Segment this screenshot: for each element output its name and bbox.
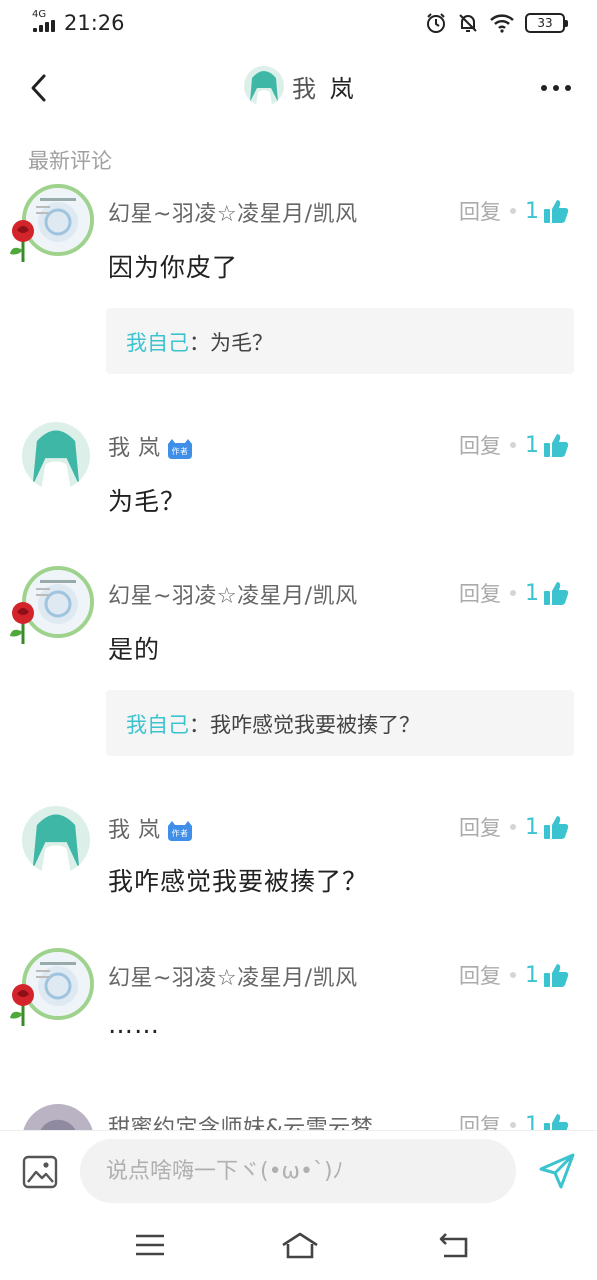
thumbs-up-icon[interactable] [543,432,569,458]
quoted-reply[interactable]: 我自己：我咋感觉我要被揍了？ [106,690,574,756]
battery-icon: 33 [525,13,568,33]
like-count: 1 [525,962,539,988]
svg-text:作者: 作者 [171,828,188,838]
section-title: 最新评论 [28,149,112,173]
rose-icon [10,984,34,1026]
reply-button[interactable]: 回复 [459,812,501,842]
back-icon[interactable] [24,68,56,108]
thumbs-up-icon[interactable] [543,580,569,606]
comment-text: 我咋感觉我要被揍了？ [108,867,369,896]
quoted-reply[interactable]: 我自己：为毛？ [106,308,574,374]
network-type: 4G [32,9,47,20]
comment-input[interactable] [80,1139,516,1203]
quoted-text: 为毛？ [210,331,273,355]
author-badge: 作者 [167,439,192,459]
thumbs-up-icon[interactable] [543,962,569,988]
separator-dot [510,824,516,830]
quoted-author: 我自己 [126,713,189,737]
comment-text: 是的 [108,635,161,664]
quoted-text: 我咋感觉我要被揍了？ [210,713,420,737]
rose-icon [10,220,34,262]
home-icon[interactable] [280,1230,320,1260]
reply-button[interactable]: 回复 [459,196,501,226]
menu-icon[interactable] [133,1230,167,1260]
page-title: 我 岚 [292,74,357,103]
quoted-author: 我自己 [126,331,189,355]
signal-icon [33,20,55,32]
svg-text:作者: 作者 [171,446,188,456]
like-count: 1 [525,432,539,458]
separator-dot [510,590,516,596]
more-icon[interactable] [539,76,573,100]
comment-text: 因为你皮了 [108,253,239,282]
header-user[interactable]: 我 岚 [244,66,357,106]
comment-text: 为毛？ [108,487,187,516]
reply-button[interactable]: 回复 [459,578,501,608]
thumbs-up-icon[interactable] [543,814,569,840]
avatar[interactable] [22,422,90,490]
comment-author[interactable]: 幻星~羽凌☆凌星月/凯风 [108,960,358,992]
send-icon[interactable] [537,1151,577,1191]
wifi-icon [490,14,514,33]
separator-dot [510,208,516,214]
alarm-icon [427,13,445,33]
comment-item: 我 岚作者 回复 1 我咋感觉我要被揍了？ [0,804,597,914]
comment-item: 幻星~羽凌☆凌星月/凯风 回复 1 因为你皮了 我自己：为毛？ [0,184,597,384]
reply-button[interactable]: 回复 [459,430,501,460]
like-count: 1 [525,580,539,606]
comment-author[interactable]: 幻星~羽凌☆凌星月/凯风 [108,578,358,610]
reply-button[interactable]: 回复 [459,960,501,990]
thumbs-up-icon[interactable] [543,198,569,224]
separator-dot [510,1122,516,1128]
rose-icon [10,602,34,644]
comment-item: 幻星~羽凌☆凌星月/凯风 回复 1 是的 我自己：我咋感觉我要被揍了？ [0,566,597,766]
status-bar: 4G 21:26 33 [0,0,597,48]
like-count: 1 [525,814,539,840]
separator-dot [510,442,516,448]
comment-author[interactable]: 我 岚作者 [108,812,193,844]
image-icon[interactable] [22,1155,58,1189]
header: 我 岚 [0,48,597,128]
avatar[interactable] [22,806,90,874]
like-count: 1 [525,198,539,224]
comment-text: …… [108,1010,160,1039]
comment-item: 幻星~羽凌☆凌星月/凯风 回复 1 …… [0,948,597,1058]
separator-dot [510,972,516,978]
back-nav-icon[interactable] [438,1230,472,1260]
mute-icon [459,14,477,32]
comment-author[interactable]: 幻星~羽凌☆凌星月/凯风 [108,196,358,228]
clock: 21:26 [64,11,125,35]
comment-item: 我 岚作者 回复 1 为毛？ [0,420,597,530]
comment-author[interactable]: 我 岚作者 [108,430,193,462]
system-nav-bar [0,1214,597,1280]
avatar [244,66,284,106]
author-badge: 作者 [167,821,192,841]
comment-input-bar [0,1130,597,1214]
